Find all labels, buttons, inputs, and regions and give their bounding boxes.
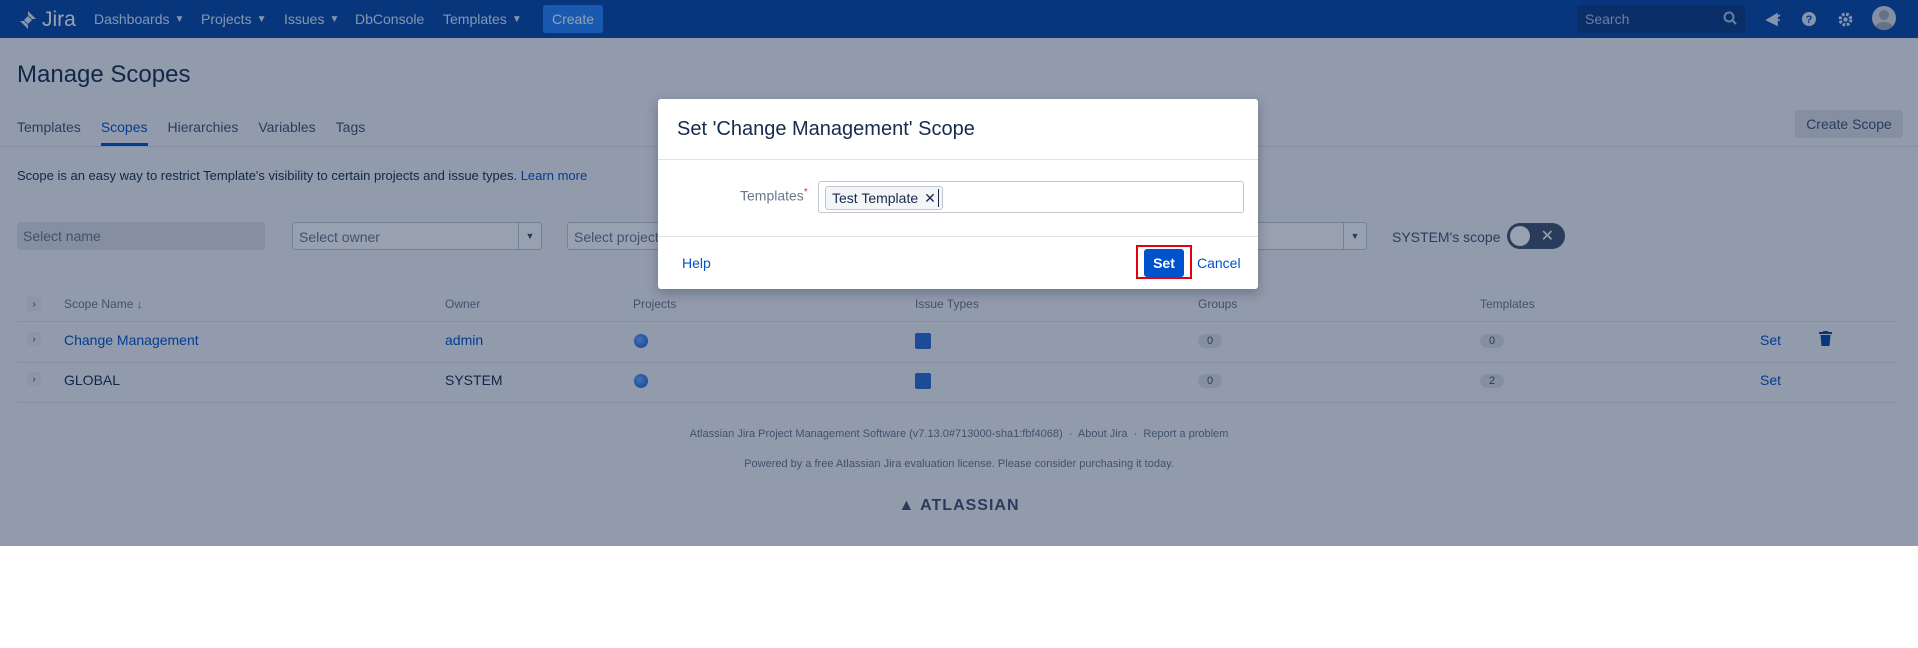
dialog-title: Set 'Change Management' Scope (677, 118, 975, 140)
templates-field-label: Templates* (740, 187, 808, 204)
set-button[interactable]: Set (1144, 249, 1184, 277)
help-link[interactable]: Help (682, 255, 711, 271)
text-caret (938, 189, 939, 207)
templates-multiselect[interactable]: Test Template ✕ (818, 181, 1244, 213)
cancel-button[interactable]: Cancel (1197, 255, 1241, 271)
dialog-footer-divider (658, 236, 1258, 237)
dialog-header-divider (658, 159, 1258, 160)
required-mark: * (803, 187, 808, 198)
template-chip: Test Template ✕ (825, 186, 943, 210)
remove-chip-icon[interactable]: ✕ (924, 190, 936, 207)
template-chip-label: Test Template (832, 190, 919, 206)
templates-field-label-text: Templates (740, 187, 804, 204)
set-scope-dialog: Set 'Change Management' Scope Templates*… (658, 99, 1258, 289)
